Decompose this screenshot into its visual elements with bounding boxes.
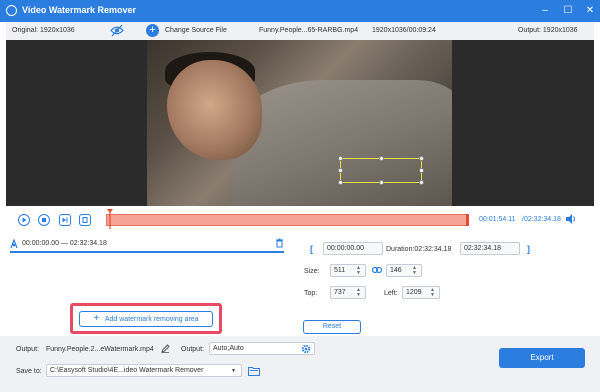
watermark-selection-box[interactable] xyxy=(338,156,424,185)
set-start-button[interactable]: [ xyxy=(310,244,313,254)
add-watermark-area-label: Add watermark removing area xyxy=(104,315,199,323)
original-resolution: Original: 1920x1036 xyxy=(12,27,75,34)
width-stepper[interactable]: ▲ ▼ xyxy=(356,266,361,276)
resize-handle[interactable] xyxy=(419,180,424,185)
title-bar: Video Watermark Remover – ☐ ✕ xyxy=(0,0,600,22)
segment-progress xyxy=(10,251,284,253)
source-filename: Funny.People...65-RARBG.mp4 xyxy=(259,27,359,34)
info-bar: Original: 1920x1036 + Change Source File… xyxy=(6,22,594,40)
maximize-icon[interactable]: ☐ xyxy=(561,4,575,18)
duration-label: Duration:02:32:34.18 xyxy=(386,246,452,253)
eye-icon[interactable] xyxy=(110,24,124,37)
window-title: Video Watermark Remover xyxy=(22,5,137,15)
source-resolution-duration: 1920x1036/00:09:24 xyxy=(372,27,436,34)
segment-marker-icon xyxy=(10,239,19,249)
close-icon[interactable]: ✕ xyxy=(583,4,597,18)
volume-icon[interactable] xyxy=(565,213,577,225)
resize-handle[interactable] xyxy=(419,168,424,173)
top-label: Top: xyxy=(304,290,318,297)
add-source-icon[interactable]: + xyxy=(146,24,159,37)
segment-row[interactable]: 00:00:00.00 — 02:32:34.18 xyxy=(10,237,288,251)
timeline-end-marker[interactable] xyxy=(466,214,469,226)
left-label: Left: xyxy=(384,290,398,297)
start-time-field[interactable]: 00:00:00.00 xyxy=(323,242,383,255)
plus-icon: + xyxy=(93,313,100,324)
top-stepper[interactable]: ▲ ▼ xyxy=(356,288,361,298)
end-time-field[interactable]: 02:32:34.18 xyxy=(460,242,520,255)
output-resolution: Output: 1920x1036 xyxy=(518,27,578,34)
save-path-field[interactable]: C:\Easysoft Studio\4E...ideo Watermark R… xyxy=(46,364,242,377)
resize-handle[interactable] xyxy=(338,156,343,161)
folder-icon[interactable] xyxy=(248,366,260,376)
edit-icon[interactable] xyxy=(161,344,170,353)
height-stepper[interactable]: ▲ ▼ xyxy=(412,266,417,276)
timeline-start-marker[interactable] xyxy=(107,209,113,229)
play-icon[interactable] xyxy=(18,214,30,226)
change-source-button[interactable]: Change Source File xyxy=(165,27,227,34)
reset-button[interactable]: Reset xyxy=(303,320,361,334)
resize-handle[interactable] xyxy=(338,168,343,173)
output-format-label: Output: xyxy=(181,346,204,353)
export-button[interactable]: Export xyxy=(499,348,585,368)
minimize-icon[interactable]: – xyxy=(538,4,552,18)
stop-icon[interactable] xyxy=(38,214,50,226)
add-watermark-area-button[interactable]: + Add watermark removing area xyxy=(79,311,213,327)
resize-handle[interactable] xyxy=(379,180,384,185)
next-frame-icon[interactable] xyxy=(59,214,71,226)
chevron-down-icon[interactable]: ▼ xyxy=(231,368,236,374)
settings-gear-icon[interactable] xyxy=(301,344,311,354)
total-time: /02:32:34.18 xyxy=(522,216,561,223)
resize-handle[interactable] xyxy=(338,180,343,185)
save-to-label: Save to: xyxy=(16,368,42,375)
current-time: 00:01:54.11 xyxy=(479,216,516,223)
resize-handle[interactable] xyxy=(379,156,384,161)
output-filename: Funny.People.2...eWatermark.mp4 xyxy=(46,346,154,353)
size-label: Size: xyxy=(304,268,320,275)
app-logo-icon xyxy=(6,5,17,16)
delete-icon[interactable] xyxy=(275,238,284,248)
output-label: Output: xyxy=(16,346,39,353)
segment-range: 00:00:00.00 — 02:32:34.18 xyxy=(22,240,107,247)
left-stepper[interactable]: ▲ ▼ xyxy=(430,288,435,298)
clip-icon[interactable] xyxy=(79,214,91,226)
set-end-button[interactable]: ] xyxy=(527,244,530,254)
resize-handle[interactable] xyxy=(419,156,424,161)
output-format-field[interactable]: Auto;Auto xyxy=(209,342,315,355)
link-icon[interactable] xyxy=(372,266,382,274)
timeline-track[interactable] xyxy=(106,214,468,226)
